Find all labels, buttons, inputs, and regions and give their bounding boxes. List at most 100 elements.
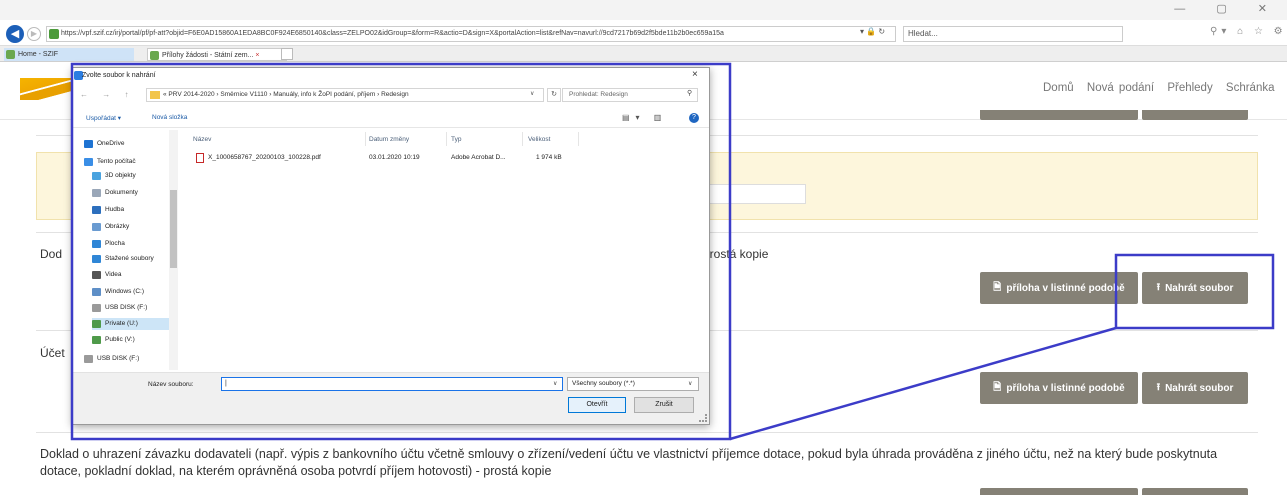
tree-item[interactable]: OneDrive: [84, 138, 164, 150]
tree-item[interactable]: 3D objekty: [92, 170, 172, 182]
section-dod-title-start: Dod: [40, 247, 63, 261]
organize-button[interactable]: Uspořádat ▾: [86, 114, 121, 122]
tree-item[interactable]: Windows (C:): [92, 286, 172, 298]
filename-label: Název souboru:: [148, 381, 194, 388]
folder-icon: [92, 172, 101, 180]
tree-item-label: USB DISK (F:): [97, 355, 140, 362]
paper-attachment-button[interactable]: 🗎 příloha v listinné podobě: [980, 372, 1138, 404]
szif-logo[interactable]: [20, 78, 80, 100]
paper-attachment-button[interactable]: [980, 488, 1138, 495]
folder-icon: [92, 189, 101, 197]
folder-icon: [92, 320, 101, 328]
upload-file-button[interactable]: ⭱ Nahrát soubor: [1142, 372, 1248, 404]
tree-item-label: Windows (C:): [105, 288, 145, 295]
filename-dropdown-icon[interactable]: ∨: [553, 380, 557, 387]
browser-search-input[interactable]: Hledat...: [903, 26, 1123, 42]
tab-close-icon[interactable]: ×: [255, 52, 259, 59]
view-options-icons[interactable]: ▤▾ ▥: [622, 113, 667, 122]
dialog-path-bar[interactable]: « PRV 2014-2020 › Směrnice V1110 › Manuá…: [146, 88, 544, 102]
upload-icon: ⭱: [1156, 381, 1161, 393]
back-icon[interactable]: ◀: [6, 25, 24, 43]
section-doklad-title: Doklad o uhrazení závazku dodavateli (na…: [40, 447, 1218, 478]
tree-item[interactable]: Tento počítač: [84, 156, 164, 168]
tree-item[interactable]: Private (U:): [92, 318, 172, 330]
tree-item-label: USB DISK (F:): [105, 304, 148, 311]
tab-favicon-icon: [6, 50, 15, 59]
column-size[interactable]: Velikost: [528, 136, 550, 143]
upload-file-button[interactable]: ⭱ Nahrát soubor: [1142, 272, 1248, 304]
column-separator: [365, 132, 366, 146]
nav-prehledy[interactable]: Přehledy: [1167, 82, 1212, 94]
path-dropdown-icon[interactable]: ∨: [530, 90, 534, 97]
column-separator: [578, 132, 579, 146]
tree-item[interactable]: Obrázky: [92, 221, 172, 233]
column-type[interactable]: Typ: [451, 136, 461, 143]
tree-scrollbar-thumb[interactable]: [170, 190, 177, 268]
refresh-icon[interactable]: ↻: [547, 88, 561, 102]
tab-prilohy-zadosti[interactable]: Přílohy žádosti - Státní zem... ×: [147, 48, 287, 61]
browser-toolbar-icons[interactable]: ⚲▾ ⌂ ☆ ⚙: [1210, 26, 1287, 37]
tree-item-label: Public (V:): [105, 336, 135, 343]
file-row[interactable]: X_1000658767_20200103_100228.pdf 03.01.2…: [196, 152, 596, 164]
url-tools-icons[interactable]: ▾ 🔒 ↻: [860, 27, 885, 36]
document-icon: 🗎: [993, 281, 1002, 293]
tree-item-label: Dokumenty: [105, 189, 138, 196]
tree-item[interactable]: USB DISK (F:): [84, 353, 164, 365]
address-url: https://vpf.szif.cz/irj/portal/pf/pf-att…: [61, 30, 724, 37]
dialog-search-input[interactable]: Prohledat: Redesign: [562, 88, 698, 102]
tab-home-szif[interactable]: Home - SZIF: [4, 48, 134, 61]
filetype-select[interactable]: Všechny soubory (*.*): [567, 377, 699, 391]
dialog-title: Zvolte soubor k nahrání: [82, 72, 156, 79]
tree-item-label: Obrázky: [105, 223, 130, 230]
dialog-close-icon[interactable]: ×: [692, 69, 698, 80]
filename-input[interactable]: |: [221, 377, 563, 391]
tree-item[interactable]: Hudba: [92, 204, 172, 216]
tree-item[interactable]: Videa: [92, 269, 172, 281]
folder-icon: [92, 304, 101, 312]
section-top-button-left[interactable]: [980, 110, 1138, 120]
new-tab-button[interactable]: [281, 48, 293, 60]
filetype-dropdown-icon[interactable]: ∨: [688, 380, 692, 387]
search-icon[interactable]: ⚲: [687, 89, 692, 97]
window-controls[interactable]: — ▢ ✕: [1174, 2, 1281, 15]
cancel-button[interactable]: Zrušit: [634, 397, 694, 413]
tree-item-label: 3D objekty: [105, 172, 136, 179]
new-folder-button[interactable]: Nová složka: [152, 114, 187, 121]
tree-item[interactable]: Public (V:): [92, 334, 172, 346]
tree-item-label: Stažené soubory: [105, 255, 154, 262]
nav-nova-podani[interactable]: Nová podání: [1087, 82, 1154, 94]
dialog-nav-arrows[interactable]: ← → ↑: [80, 90, 134, 99]
nav-domu[interactable]: Domů: [1043, 82, 1074, 94]
forward-icon[interactable]: ▶: [27, 27, 41, 41]
resize-grip[interactable]: [699, 414, 707, 422]
tree-item[interactable]: Stažené soubory: [92, 253, 172, 265]
folder-icon: [92, 223, 101, 231]
column-date[interactable]: Datum změny: [369, 136, 409, 143]
tree-item[interactable]: Dokumenty: [92, 187, 172, 199]
folder-icon: [92, 288, 101, 296]
nav-schranka[interactable]: Schránka: [1226, 82, 1275, 94]
file-type: Adobe Acrobat D...: [451, 154, 506, 161]
tree-item[interactable]: Plocha: [92, 238, 172, 250]
tree-item-label: Private (U:): [105, 320, 138, 327]
help-icon[interactable]: ?: [689, 113, 699, 123]
tree-item[interactable]: USB DISK (F:): [92, 302, 172, 314]
upload-file-button[interactable]: [1142, 488, 1248, 495]
tree-item-label: OneDrive: [97, 140, 125, 147]
address-bar[interactable]: https://vpf.szif.cz/irj/portal/pf/pf-att…: [46, 26, 896, 42]
section-ucet-title-start: Účet: [40, 346, 65, 360]
paper-attachment-button[interactable]: 🗎 příloha v listinné podobě: [980, 272, 1138, 304]
folder-icon: [84, 140, 93, 148]
open-button[interactable]: Otevřít: [568, 397, 626, 413]
file-size: 1 974 kB: [536, 154, 562, 161]
column-separator: [446, 132, 447, 146]
upload-icon: ⭱: [1156, 281, 1161, 293]
column-separator: [522, 132, 523, 146]
file-name: X_1000658767_20200103_100228.pdf: [208, 154, 321, 161]
section-top-button-right[interactable]: [1142, 110, 1248, 120]
column-name[interactable]: Název: [193, 136, 211, 143]
folder-icon: [92, 255, 101, 263]
folder-icon: [150, 91, 160, 99]
folder-icon: [84, 355, 93, 363]
tree-item-label: Tento počítač: [97, 158, 136, 165]
